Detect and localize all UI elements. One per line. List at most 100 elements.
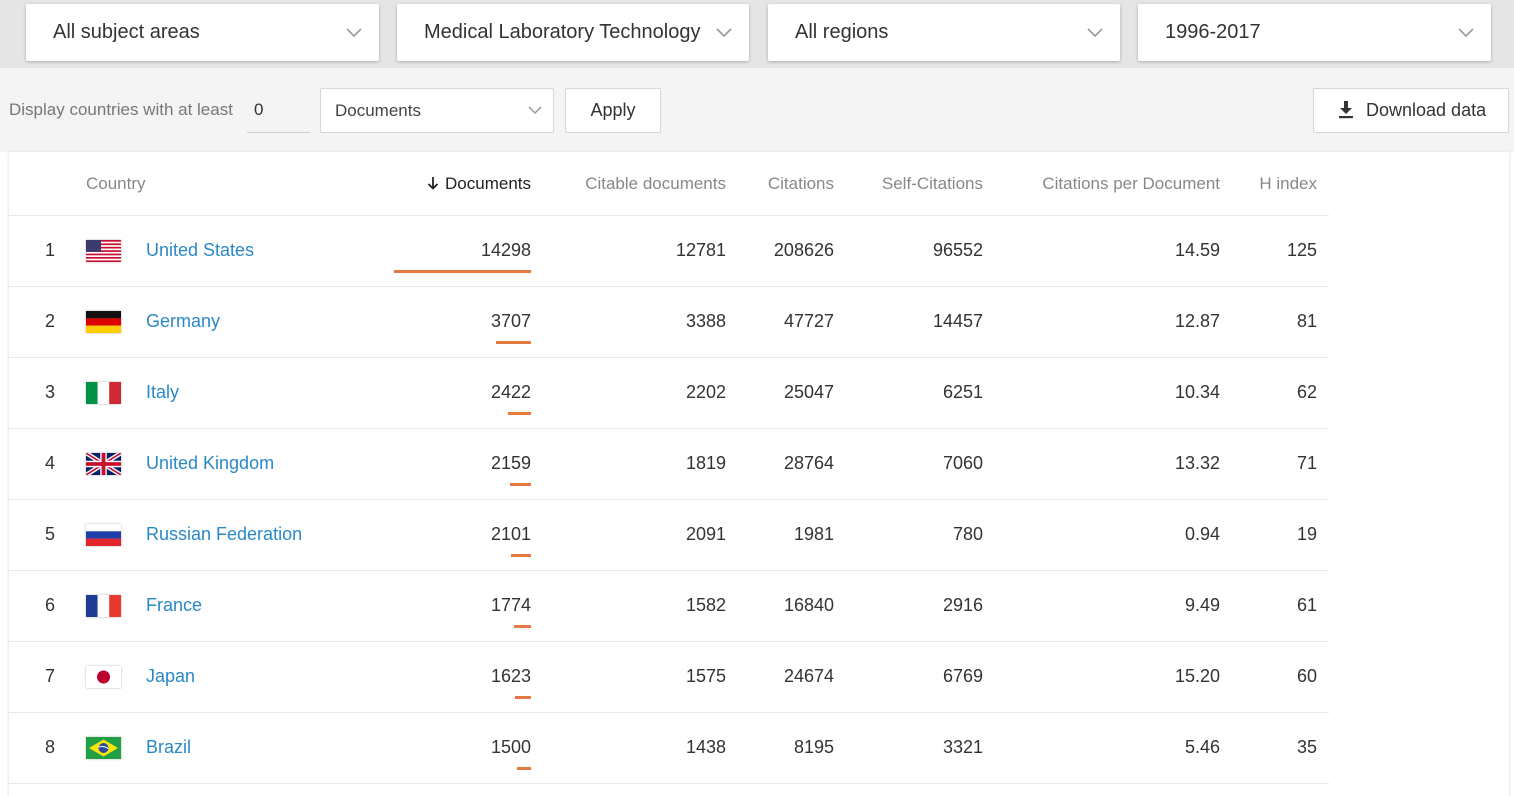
documents-value: 14298 <box>480 240 531 260</box>
h-index-value: 35 <box>1296 737 1317 757</box>
min-count-input[interactable] <box>247 88 310 133</box>
citations-per-document-value: 0.94 <box>1184 524 1220 544</box>
flag-it-icon <box>86 382 121 404</box>
country-link[interactable]: Russian Federation <box>146 500 302 569</box>
documents-value: 1623 <box>490 666 531 686</box>
subject-category-dropdown[interactable]: Medical Laboratory Technology <box>397 4 749 61</box>
flag-ru-icon <box>86 524 121 546</box>
table-row: 7 Japan 1623 1575 24674 6769 15.20 60 <box>9 642 1329 713</box>
table-row: 6 France 1774 1582 16840 2916 9.49 61 <box>9 571 1329 642</box>
citable-documents-value: 2202 <box>685 382 726 402</box>
flag-us-icon <box>86 240 121 262</box>
citations-per-document-value: 9.49 <box>1184 595 1220 615</box>
header-citations[interactable]: Citations <box>740 174 834 194</box>
citable-documents-value: 1819 <box>685 453 726 473</box>
documents-bar <box>517 767 531 770</box>
table-row: 4 United Kingdom 2159 1819 28764 7060 13.32 71 <box>9 429 1329 500</box>
documents-bar <box>508 412 531 415</box>
table-row: 5 Russian Federation 2101 2091 1981 780 0.94 19 <box>9 500 1329 571</box>
apply-button[interactable]: Apply <box>565 88 661 133</box>
rank: 6 <box>44 595 55 615</box>
documents-value: 2159 <box>490 453 531 473</box>
rank: 3 <box>44 382 55 402</box>
header-citable-documents[interactable]: Citable documents <box>560 174 726 194</box>
citable-documents-value: 1582 <box>685 595 726 615</box>
self-citations-value: 780 <box>952 524 983 544</box>
header-self-citations[interactable]: Self-Citations <box>860 174 983 194</box>
self-citations-value: 2916 <box>942 595 983 615</box>
documents-value: 3707 <box>490 311 531 331</box>
chevron-down-icon <box>716 28 732 38</box>
citations-per-document-value: 10.34 <box>1174 382 1220 402</box>
header-h-index[interactable]: H index <box>1240 174 1317 194</box>
h-index-value: 19 <box>1296 524 1317 544</box>
header-documents-label: Documents <box>445 174 531 193</box>
region-value: All regions <box>795 21 889 43</box>
region-dropdown[interactable]: All regions <box>768 4 1120 61</box>
years-dropdown[interactable]: 1996-2017 <box>1138 4 1491 61</box>
citations-value: 47727 <box>783 311 834 331</box>
flag-de-icon <box>86 311 121 333</box>
table-row: 3 Italy 2422 2202 25047 6251 10.34 62 <box>9 358 1329 429</box>
rank: 8 <box>44 737 55 757</box>
documents-bar <box>394 270 531 273</box>
documents-bar <box>496 341 531 344</box>
documents-value: 1774 <box>490 595 531 615</box>
country-link[interactable]: France <box>146 571 202 640</box>
country-link[interactable]: Germany <box>146 287 220 356</box>
citable-documents-value: 1575 <box>685 666 726 686</box>
rank: 2 <box>44 311 55 331</box>
flag-br-icon <box>86 737 121 759</box>
h-index-value: 61 <box>1296 595 1317 615</box>
rank: 1 <box>44 240 55 260</box>
chevron-down-icon <box>528 106 542 115</box>
citations-value: 1981 <box>793 524 834 544</box>
header-citations-per-document[interactable]: Citations per Document <box>1010 174 1220 194</box>
rank: 7 <box>44 666 55 686</box>
country-link[interactable]: Japan <box>146 642 195 711</box>
self-citations-value: 96552 <box>932 240 983 260</box>
self-citations-value: 7060 <box>942 453 983 473</box>
flag-gb-icon <box>86 453 121 475</box>
subject-area-dropdown[interactable]: All subject areas <box>26 4 379 61</box>
flag-fr-icon <box>86 595 121 617</box>
self-citations-value: 6251 <box>942 382 983 402</box>
display-threshold-label: Display countries with at least <box>9 100 233 119</box>
metric-select[interactable]: Documents <box>320 88 554 133</box>
table-row: 2 Germany 3707 3388 47727 14457 12.87 81 <box>9 287 1329 358</box>
citations-value: 16840 <box>783 595 834 615</box>
header-country[interactable]: Country <box>86 174 146 194</box>
documents-bar <box>510 483 531 486</box>
documents-value: 1500 <box>490 737 531 757</box>
self-citations-value: 14457 <box>932 311 983 331</box>
country-link[interactable]: United States <box>146 216 254 285</box>
header-documents[interactable]: Documents <box>391 174 531 194</box>
flag-jp-icon <box>86 666 121 688</box>
h-index-value: 125 <box>1286 240 1317 260</box>
sort-down-arrow-icon <box>427 177 439 190</box>
citations-per-document-value: 15.20 <box>1174 666 1220 686</box>
rank: 4 <box>44 453 55 473</box>
citations-value: 208626 <box>773 240 834 260</box>
self-citations-value: 3321 <box>942 737 983 757</box>
country-link[interactable]: United Kingdom <box>146 429 274 498</box>
citable-documents-value: 12781 <box>675 240 726 260</box>
documents-bar <box>514 625 531 628</box>
download-data-label: Download data <box>1366 100 1487 120</box>
country-link[interactable]: Italy <box>146 358 179 427</box>
download-data-button[interactable]: Download data <box>1313 88 1509 133</box>
citations-value: 8195 <box>793 737 834 757</box>
citations-per-document-value: 5.46 <box>1184 737 1220 757</box>
citable-documents-value: 3388 <box>685 311 726 331</box>
documents-bar <box>511 554 531 557</box>
documents-bar <box>515 696 531 699</box>
chevron-down-icon <box>346 28 362 38</box>
country-link[interactable]: Brazil <box>146 713 191 782</box>
h-index-value: 81 <box>1296 311 1317 331</box>
table-row: 1 United States 14298 12781 208626 96552 14.59… <box>9 216 1329 287</box>
h-index-value: 71 <box>1296 453 1317 473</box>
subject-area-value: All subject areas <box>53 21 200 43</box>
chevron-down-icon <box>1087 28 1103 38</box>
citations-per-document-value: 13.32 <box>1174 453 1220 473</box>
metric-select-value: Documents <box>335 101 421 120</box>
